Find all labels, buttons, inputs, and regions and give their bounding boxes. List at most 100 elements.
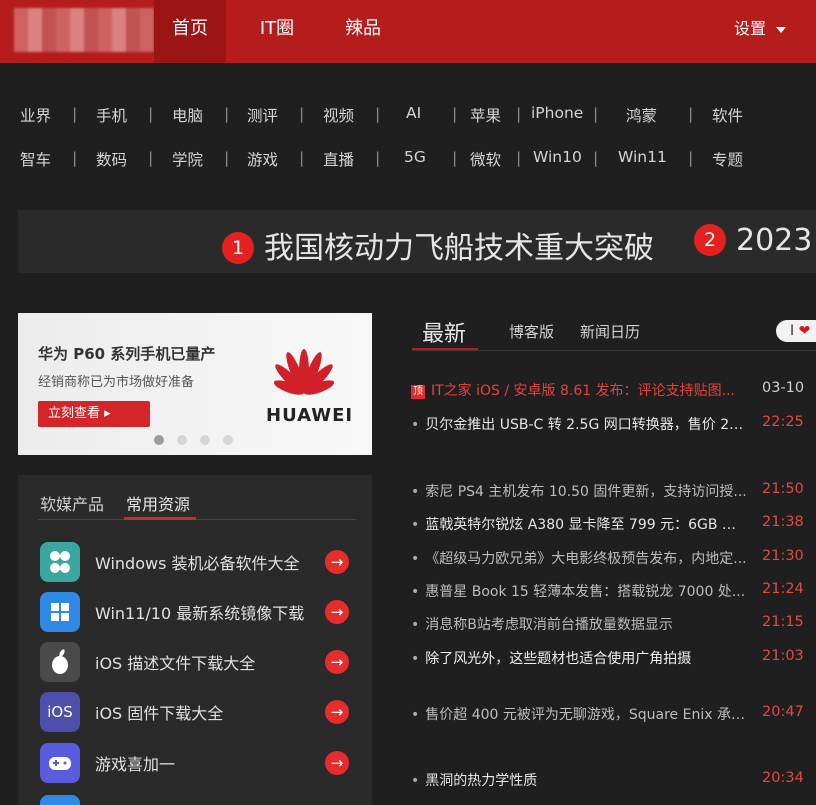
- nav-home[interactable]: 首页: [154, 0, 226, 63]
- bullet-icon: •: [411, 617, 420, 633]
- bullet-icon: •: [411, 773, 420, 789]
- category-link[interactable]: AI: [406, 104, 421, 122]
- news-title: 蓝戟英特尔锐炫 A380 显卡降至 799 元：6GB 显...: [425, 517, 747, 533]
- category-link[interactable]: iPhone: [531, 104, 583, 122]
- huawei-logo-icon: [273, 349, 335, 395]
- tab-softmedia-products[interactable]: 软媒产品: [40, 491, 104, 515]
- bullet-icon: •: [411, 584, 420, 600]
- category-link[interactable]: 鸿蒙: [626, 104, 657, 126]
- tab-common-resources[interactable]: 常用资源: [126, 491, 190, 515]
- arrow-right-icon[interactable]: →: [325, 600, 349, 624]
- news-item[interactable]: • 黑洞的热力学性质 20:34: [411, 770, 816, 790]
- news-item[interactable]: • 蓝戟英特尔锐炫 A380 显卡降至 799 元：6GB 显... 21:38: [411, 514, 816, 534]
- bullet-icon: •: [411, 484, 420, 500]
- category-link[interactable]: 业界: [20, 104, 51, 126]
- resource-item[interactable]: iOS 描述文件下载大全 →: [40, 642, 358, 682]
- arrow-right-icon[interactable]: →: [325, 550, 349, 574]
- love-toggle[interactable]: I ❤: [776, 320, 816, 342]
- category-link[interactable]: 学院: [172, 148, 203, 170]
- category-link[interactable]: 手机: [96, 104, 127, 126]
- category-link[interactable]: 数码: [96, 148, 127, 170]
- news-item[interactable]: 顶 IT之家 iOS / 安卓版 8.61 发布：评论支持贴图... 03-10: [411, 380, 816, 400]
- news-title: 《超级马力欧兄弟》大电影终极预告发布，内地定...: [425, 551, 747, 567]
- app-icon: [40, 795, 80, 805]
- banner-title: 华为 P60 系列手机已量产: [38, 345, 216, 363]
- news-title: 消息称B站考虑取消前台播放量数据显示: [425, 617, 673, 633]
- resource-item[interactable]: [40, 795, 358, 805]
- news-time: 21:50: [762, 481, 804, 497]
- news-time: 21:15: [762, 614, 804, 630]
- category-link[interactable]: Win10: [533, 148, 582, 166]
- news-item[interactable]: • 贝尔金推出 USB-C 转 2.5G 网口转换器，售价 28... 22:25: [411, 414, 816, 434]
- grid-apps-icon: [40, 542, 80, 582]
- divider: [38, 519, 356, 520]
- news-title: 售价超 400 元被评为无聊游戏，Square Enix 承认...: [425, 707, 747, 723]
- category-link[interactable]: 直播: [323, 148, 354, 170]
- category-link[interactable]: 智车: [20, 148, 51, 170]
- category-link[interactable]: 测评: [247, 104, 278, 126]
- nav-hot-products[interactable]: 辣品: [330, 0, 396, 63]
- bullet-icon: •: [411, 707, 420, 723]
- news-item[interactable]: • 除了风光外，这些题材也适合使用广角拍摄 21:03: [411, 648, 816, 668]
- arrow-right-icon[interactable]: →: [325, 700, 349, 724]
- divider: |: [516, 105, 522, 123]
- resources-panel: 软媒产品 常用资源 Windows 装机必备软件大全 → Win11/10 最新…: [18, 475, 372, 805]
- category-link[interactable]: 微软: [470, 148, 501, 170]
- divider: |: [299, 105, 305, 123]
- divider: |: [224, 105, 230, 123]
- tab-blog-version[interactable]: 博客版: [509, 321, 554, 342]
- resource-item[interactable]: iOS iOS 固件下载大全 →: [40, 692, 358, 732]
- category-row-2: 智车 | 数码 | 学院 | 游戏 | 直播 | 5G | 微软 | Win10…: [20, 148, 800, 170]
- resource-label: Win11/10 最新系统镜像下载: [95, 604, 305, 623]
- arrow-right-icon[interactable]: →: [325, 650, 349, 674]
- bullet-icon: •: [411, 517, 420, 533]
- carousel-dot[interactable]: [177, 435, 187, 445]
- news-item[interactable]: • 惠普星 Book 15 轻薄本发售：搭载锐龙 7000 处... 21:24: [411, 581, 816, 601]
- divider: |: [148, 149, 154, 167]
- news-item[interactable]: • 索尼 PS4 主机发布 10.50 固件更新，支持访问授... 21:50: [411, 481, 816, 501]
- bullet-icon: •: [411, 417, 420, 433]
- resource-item[interactable]: Win11/10 最新系统镜像下载 →: [40, 592, 358, 632]
- category-link[interactable]: Win11: [618, 148, 667, 166]
- news-item[interactable]: • 《超级马力欧兄弟》大电影终极预告发布，内地定... 21:30: [411, 548, 816, 568]
- category-link[interactable]: 软件: [712, 104, 743, 126]
- carousel-dots: [154, 430, 246, 449]
- news-time: 21:38: [762, 514, 804, 530]
- carousel-dot[interactable]: [200, 435, 210, 445]
- news-item[interactable]: • 消息称B站考虑取消前台播放量数据显示 21:15: [411, 614, 816, 634]
- category-link[interactable]: 游戏: [247, 148, 278, 170]
- headline-ticker: 1 我国核动力飞船技术重大突破 2 2023: [18, 210, 816, 273]
- divider: |: [148, 105, 154, 123]
- carousel-dot[interactable]: [154, 435, 164, 445]
- news-time: 20:47: [762, 704, 804, 720]
- resource-label: iOS 描述文件下载大全: [95, 654, 256, 673]
- rank-badge: 1: [222, 232, 254, 264]
- gamepad-icon: [40, 743, 80, 783]
- divider: [412, 350, 816, 351]
- category-link[interactable]: 视频: [323, 104, 354, 126]
- news-title: 黑洞的热力学性质: [425, 773, 538, 789]
- arrow-right-icon[interactable]: →: [325, 751, 349, 775]
- divider: |: [72, 149, 78, 167]
- category-row-1: 业界 | 手机 | 电脑 | 测评 | 视频 | AI | 苹果 | iPhon…: [20, 104, 800, 126]
- tab-news-calendar[interactable]: 新闻日历: [580, 321, 640, 342]
- resource-item[interactable]: Windows 装机必备软件大全 →: [40, 542, 358, 582]
- category-link[interactable]: 苹果: [470, 104, 501, 126]
- headline-item[interactable]: 2 2023: [694, 223, 812, 258]
- settings-menu[interactable]: 设置: [734, 0, 786, 63]
- carousel-dot[interactable]: [223, 435, 233, 445]
- news-time: 22:25: [762, 414, 804, 430]
- category-link[interactable]: 5G: [404, 148, 426, 166]
- category-link[interactable]: 电脑: [172, 104, 203, 126]
- headline-item[interactable]: 1 我国核动力飞船技术重大突破: [222, 223, 654, 267]
- category-link[interactable]: 专题: [712, 148, 743, 170]
- promo-banner[interactable]: 华为 P60 系列手机已量产 经销商称已为市场做好准备 立刻查看 ▸ HUAWE…: [18, 313, 372, 455]
- site-logo[interactable]: [14, 8, 154, 52]
- nav-it-circle[interactable]: IT圈: [244, 0, 310, 63]
- view-now-button[interactable]: 立刻查看 ▸: [38, 401, 150, 427]
- windows-logo-icon: [40, 592, 80, 632]
- tab-latest[interactable]: 最新: [422, 316, 466, 348]
- divider: |: [593, 105, 599, 123]
- resource-item[interactable]: 游戏喜加一 →: [40, 743, 358, 783]
- news-item[interactable]: • 售价超 400 元被评为无聊游戏，Square Enix 承认... 20:4…: [411, 704, 816, 724]
